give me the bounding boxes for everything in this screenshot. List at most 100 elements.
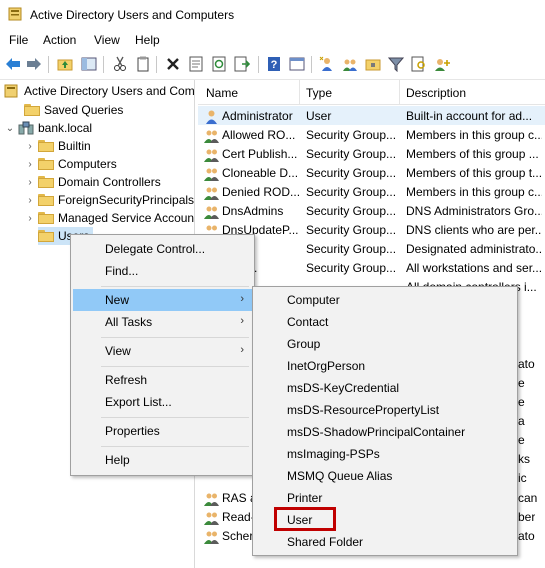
submenu-item-computer[interactable]: Computer: [255, 289, 515, 311]
copy-icon[interactable]: [134, 55, 152, 73]
tree-item-domain-controllers[interactable]: › Domain Controllers: [24, 173, 161, 191]
tree-item-managed-service-accounts[interactable]: › Managed Service Accoun: [24, 209, 194, 227]
group-icon: [204, 510, 219, 525]
table-row[interactable]: Cloneable D... Security Group... Members o…: [198, 163, 545, 182]
console-icon[interactable]: [288, 55, 306, 73]
cell-description: Members of this group ...: [406, 147, 539, 161]
show-tree-icon[interactable]: [80, 55, 98, 73]
menu-view[interactable]: View: [94, 33, 120, 47]
menu-file[interactable]: File: [9, 33, 28, 47]
new-user-icon[interactable]: [318, 55, 336, 73]
menu-item-properties[interactable]: Properties: [73, 420, 252, 442]
tree-item-saved-queries[interactable]: Saved Queries: [24, 101, 123, 119]
aduc-icon: [4, 84, 18, 98]
cell-description: Members in this group c...: [406, 185, 542, 199]
cell-description: Designated administrato...: [406, 242, 542, 256]
new-ou-icon[interactable]: [364, 55, 382, 73]
menu-item-view[interactable]: View ›: [73, 340, 252, 362]
cell-type: Security Group...: [306, 185, 397, 199]
cell-description: ks: [518, 452, 530, 466]
menu-bar: File Action View Help: [0, 30, 545, 50]
table-row[interactable]: Administrator User Built-in account for ad…: [198, 106, 545, 125]
table-row[interactable]: Allowed RO... Security Group... Members in…: [198, 125, 545, 144]
submenu-arrow-icon: ›: [240, 293, 244, 305]
submenu-item-msds-resourcepropertylist[interactable]: msDS-ResourcePropertyList: [255, 399, 515, 421]
column-header-name[interactable]: Name: [206, 86, 238, 100]
cell-description: Members of this group t...: [406, 166, 542, 180]
folder-icon: [38, 176, 54, 188]
tree-item-label: Domain Controllers: [58, 175, 161, 189]
tree-item-builtin[interactable]: › Builtin: [24, 137, 90, 155]
table-row[interactable]: DnsAdmins Security Group... DNS Administra…: [198, 201, 545, 220]
new-group-icon[interactable]: [341, 55, 359, 73]
tree-item-foreign-security-principals[interactable]: › ForeignSecurityPrincipals: [24, 191, 194, 209]
group-icon: [204, 147, 219, 162]
cell-name: Read-: [222, 510, 255, 524]
chevron-right-icon[interactable]: ›: [24, 141, 36, 152]
help-icon[interactable]: ?: [265, 55, 283, 73]
cell-type: Security Group...: [306, 166, 397, 180]
chevron-right-icon[interactable]: ›: [24, 213, 36, 224]
delete-icon[interactable]: [164, 55, 182, 73]
column-header-description[interactable]: Description: [406, 86, 466, 100]
filter-icon[interactable]: [387, 55, 405, 73]
folder-icon: [38, 158, 54, 170]
cell-name: Cloneable D...: [222, 166, 299, 180]
domain-icon: [18, 121, 34, 135]
chevron-right-icon[interactable]: ›: [24, 177, 36, 188]
menu-item-find[interactable]: Find...: [73, 260, 252, 282]
submenu-item-msds-shadowprincipalcontainer[interactable]: msDS-ShadowPrincipalContainer: [255, 421, 515, 443]
tree-item-domain[interactable]: ⌄ bank.local: [4, 119, 92, 137]
export-icon[interactable]: [233, 55, 251, 73]
submenu-item-contact[interactable]: Contact: [255, 311, 515, 333]
menu-action[interactable]: Action: [43, 33, 76, 47]
cell-type: Security Group...: [306, 223, 397, 237]
back-icon[interactable]: [4, 55, 22, 73]
folder-icon: [24, 104, 40, 116]
submenu-item-printer[interactable]: Printer: [255, 487, 515, 509]
tree-item-computers[interactable]: › Computers: [24, 155, 116, 173]
menu-item-all-tasks[interactable]: All Tasks ›: [73, 311, 252, 333]
menu-item-new[interactable]: New ›: [73, 289, 252, 311]
cut-icon[interactable]: [111, 55, 129, 73]
highlight-callout: [274, 507, 336, 531]
menu-item-refresh[interactable]: Refresh: [73, 369, 252, 391]
submenu-item-shared-folder[interactable]: Shared Folder: [255, 531, 515, 553]
submenu-arrow-icon: ›: [240, 315, 244, 327]
cell-description: Built-in account for ad...: [406, 109, 533, 123]
group-icon: [204, 185, 219, 200]
find-icon[interactable]: [410, 55, 428, 73]
properties-icon[interactable]: [187, 55, 205, 73]
menu-help[interactable]: Help: [135, 33, 160, 47]
cell-description: can: [518, 491, 538, 505]
tree-root[interactable]: Active Directory Users and Com: [4, 82, 194, 100]
chevron-down-icon[interactable]: ⌄: [4, 123, 16, 134]
cell-name: Allowed RO...: [222, 128, 296, 142]
tree-item-label: bank.local: [38, 121, 93, 135]
title-bar: Active Directory Users and Computers: [0, 0, 545, 30]
cell-name: DnsAdmins: [222, 204, 284, 218]
cell-description: ato: [518, 357, 535, 371]
table-row[interactable]: Cert Publish... Security Group... Members …: [198, 144, 545, 163]
chevron-right-icon[interactable]: ›: [24, 159, 36, 170]
up-folder-icon[interactable]: [56, 55, 74, 73]
cell-name: Denied ROD...: [222, 185, 300, 199]
chevron-right-icon[interactable]: ›: [24, 195, 36, 206]
refresh-icon[interactable]: [210, 55, 228, 73]
table-row[interactable]: Denied ROD... Security Group... Members in…: [198, 182, 545, 201]
menu-item-export-list[interactable]: Export List...: [73, 391, 252, 413]
menu-item-delegate-control[interactable]: Delegate Control...: [73, 238, 252, 260]
folder-icon: [38, 212, 54, 224]
add-to-group-icon[interactable]: [433, 55, 451, 73]
menu-item-help[interactable]: Help: [73, 449, 252, 471]
tree-item-label: Saved Queries: [44, 103, 124, 117]
cell-description: a: [518, 414, 525, 428]
forward-icon[interactable]: [25, 55, 43, 73]
submenu-item-msimaging-psps[interactable]: msImaging-PSPs: [255, 443, 515, 465]
column-header-type[interactable]: Type: [306, 86, 332, 100]
submenu-item-msds-keycredential[interactable]: msDS-KeyCredential: [255, 377, 515, 399]
cell-description: DNS Administrators Gro...: [406, 204, 542, 218]
submenu-item-group[interactable]: Group: [255, 333, 515, 355]
submenu-item-msmq-queue-alias[interactable]: MSMQ Queue Alias: [255, 465, 515, 487]
submenu-item-inetorgperson[interactable]: InetOrgPerson: [255, 355, 515, 377]
